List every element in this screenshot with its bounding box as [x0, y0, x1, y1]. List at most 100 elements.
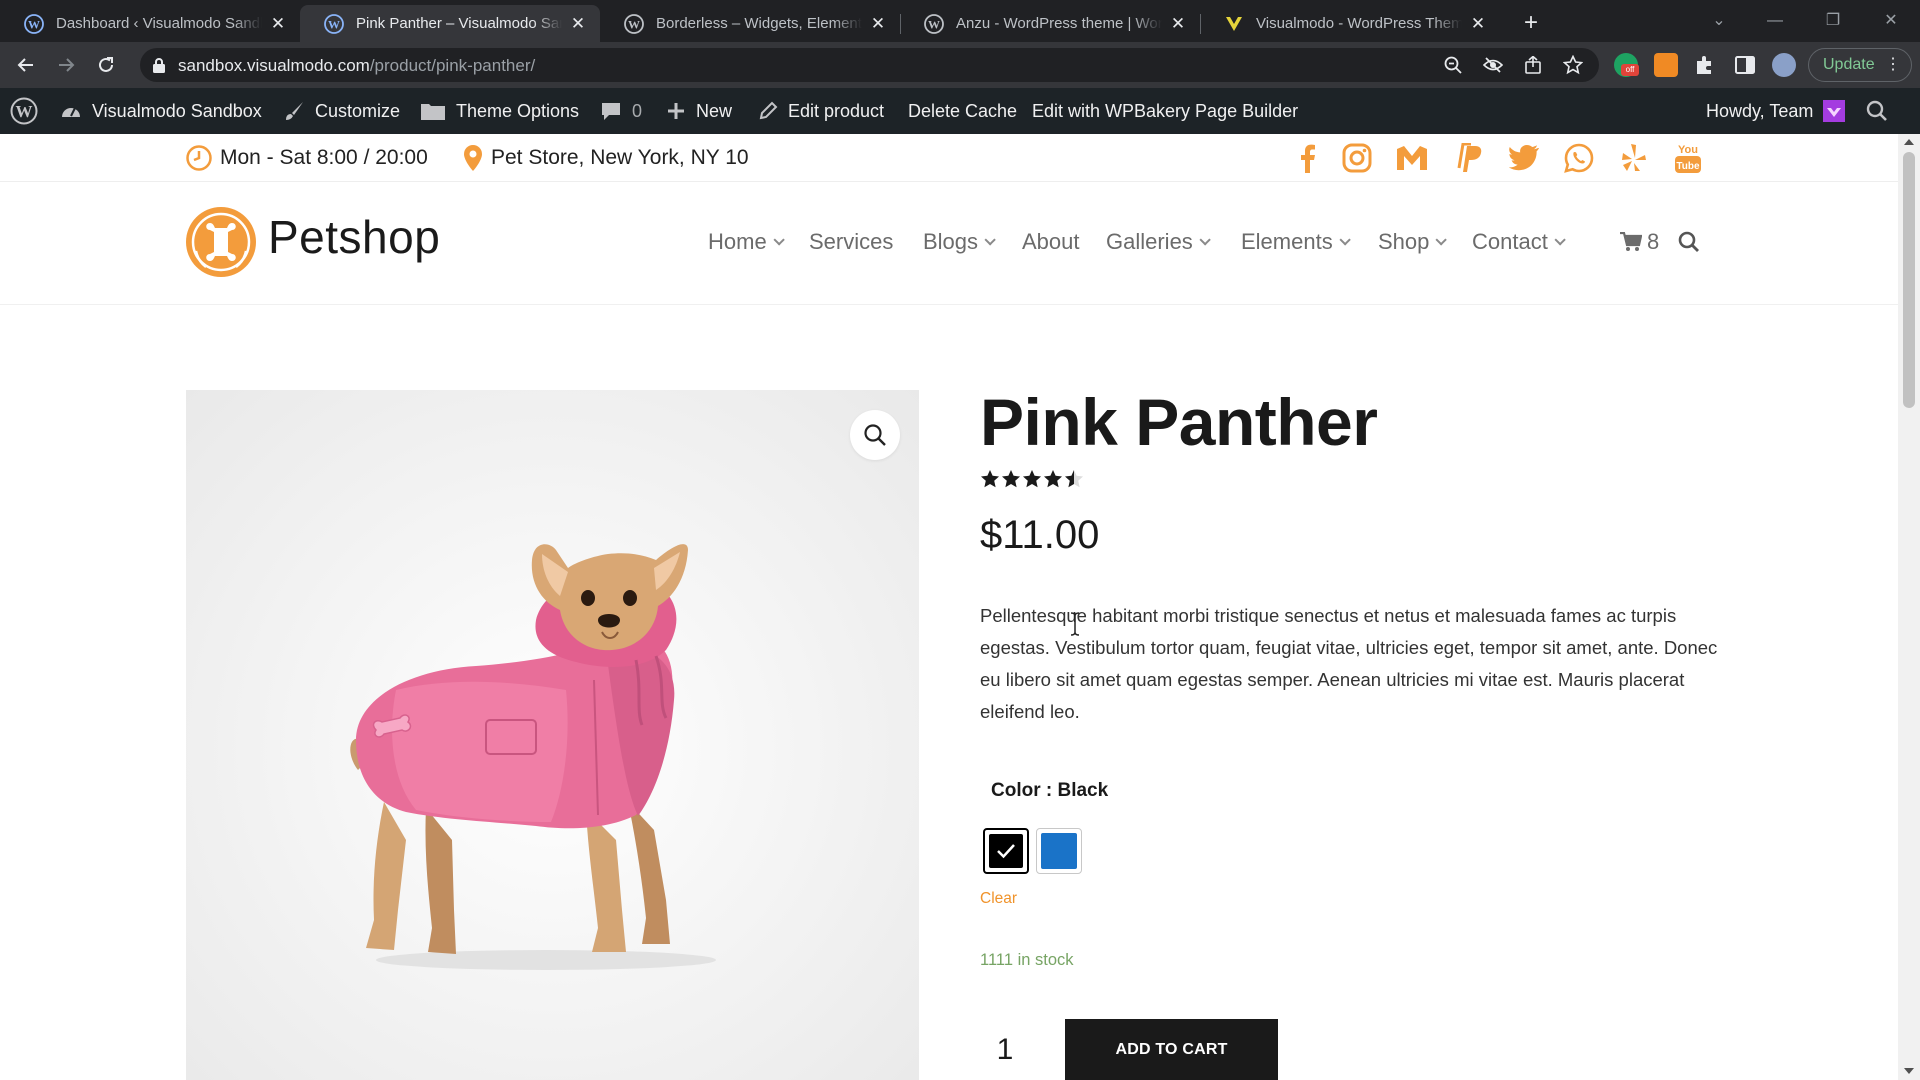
store-address: Pet Store, New York, NY 10 [463, 134, 749, 182]
admin-comments[interactable]: 0 [600, 88, 642, 134]
user-avatar [1823, 100, 1846, 122]
color-variation-label: Color : Black [991, 780, 1109, 801]
chevron-down-icon [1554, 234, 1566, 246]
swatch-blue[interactable] [1036, 828, 1082, 874]
gmail-icon[interactable] [1394, 140, 1430, 176]
close-icon[interactable]: ✕ [1468, 14, 1488, 34]
header-search-icon[interactable] [1678, 231, 1700, 253]
grammarly-extension-icon[interactable]: off [1614, 53, 1639, 77]
nav-item-galleries[interactable]: Galleries [1106, 229, 1211, 255]
nav-item-shop[interactable]: Shop [1378, 229, 1448, 255]
close-icon[interactable]: ✕ [568, 14, 588, 34]
browser-tab-anzu[interactable]: W Anzu - WordPress theme | WordPress ✕ [900, 5, 1200, 42]
paypal-icon[interactable] [1452, 140, 1488, 176]
star-icon [981, 470, 999, 488]
zoom-button[interactable] [850, 410, 900, 460]
wp-logo-menu[interactable]: W [10, 88, 38, 134]
admin-search-icon[interactable] [1866, 88, 1888, 134]
side-panel-icon[interactable] [1733, 53, 1757, 77]
youtube-icon[interactable]: You Tube [1670, 140, 1706, 176]
window-close-icon[interactable]: ✕ [1876, 6, 1906, 36]
twitter-icon[interactable] [1506, 140, 1542, 176]
map-pin-icon [464, 145, 482, 171]
scrollbar-thumb[interactable] [1903, 152, 1915, 408]
opening-hours: Mon - Sat 8:00 / 20:00 [186, 134, 428, 182]
site-name-label: Visualmodo Sandbox [92, 100, 262, 121]
page-scrollbar[interactable] [1898, 134, 1920, 1080]
comment-icon [602, 103, 620, 120]
instagram-icon[interactable] [1339, 140, 1375, 176]
extensions-puzzle-icon[interactable] [1693, 53, 1717, 77]
close-icon[interactable]: ✕ [868, 14, 888, 34]
new-label: New [696, 100, 733, 121]
nav-item-contact[interactable]: Contact [1472, 229, 1566, 255]
tracking-protection-icon[interactable] [1482, 55, 1504, 75]
admin-new[interactable]: New [666, 88, 732, 134]
nav-item-blogs[interactable]: Blogs [923, 229, 996, 255]
delete-cache-label: Delete Cache [908, 100, 1018, 121]
admin-theme-options[interactable]: Theme Options [420, 88, 579, 134]
tab-search-icon[interactable]: ⌄ [1704, 6, 1734, 36]
zoom-icon[interactable] [1442, 55, 1464, 75]
petshop-logo-icon[interactable] [184, 205, 258, 279]
browser-tab-dashboard[interactable]: W Dashboard ‹ Visualmodo Sandbox ✕ [0, 5, 300, 42]
admin-delete-cache[interactable]: Delete Cache [908, 88, 1017, 134]
address-text: Pet Store, New York, NY 10 [491, 146, 749, 169]
product-gallery[interactable] [186, 390, 919, 1080]
close-icon[interactable]: ✕ [268, 14, 288, 34]
customize-label: Customize [315, 100, 401, 121]
scroll-up-arrow-icon[interactable] [1904, 139, 1914, 145]
url-text: sandbox.visualmodo.com/product/pink-pant… [178, 56, 535, 76]
facebook-icon[interactable] [1290, 140, 1326, 176]
nav-item-elements[interactable]: Elements [1241, 229, 1351, 255]
scroll-down-arrow-icon[interactable] [1904, 1068, 1914, 1074]
close-icon[interactable]: ✕ [1168, 14, 1188, 34]
reload-icon[interactable] [90, 49, 122, 81]
extension-icon[interactable] [1654, 53, 1678, 77]
admin-site-name[interactable]: Visualmodo Sandbox [60, 88, 262, 134]
nav-item-home[interactable]: Home [708, 229, 785, 255]
header-cart[interactable]: 8 [1620, 229, 1659, 255]
site-logo-text[interactable]: Petshop [268, 210, 440, 264]
update-button[interactable]: Update ⋮ [1808, 48, 1912, 82]
nav-item-services[interactable]: Services [809, 229, 893, 255]
profile-avatar[interactable] [1772, 53, 1796, 77]
admin-edit-wpbakery[interactable]: Edit with WPBakery Page Builder [1032, 88, 1298, 134]
lock-icon[interactable] [152, 57, 166, 73]
browser-tab-visualmodo[interactable]: Visualmodo - WordPress Themes ✕ [1200, 5, 1500, 42]
new-tab-button[interactable]: + [1516, 8, 1546, 38]
admin-customize[interactable]: Customize [283, 88, 400, 134]
admin-edit-product[interactable]: Edit product [758, 88, 884, 134]
svg-text:W: W [328, 17, 340, 31]
back-icon[interactable] [10, 49, 42, 81]
plus-icon [668, 103, 684, 119]
browser-tab-pink-panther[interactable]: W Pink Panther – Visualmodo Sandbox ✕ [300, 5, 600, 42]
forward-icon[interactable] [50, 49, 82, 81]
star-icon [1002, 470, 1020, 488]
product-image [350, 544, 716, 970]
share-icon[interactable] [1522, 55, 1544, 75]
wordpress-icon: W [924, 13, 944, 34]
clear-variation-link[interactable]: Clear [980, 890, 1017, 908]
star-icon [1023, 470, 1041, 488]
browser-tab-borderless[interactable]: W Borderless – Widgets, Elements, Templa… [600, 5, 900, 42]
maximize-icon[interactable]: ❐ [1818, 6, 1848, 36]
hours-text: Mon - Sat 8:00 / 20:00 [220, 146, 428, 169]
svg-text:W: W [628, 17, 640, 31]
address-bar[interactable]: sandbox.visualmodo.com/product/pink-pant… [140, 48, 1599, 82]
whatsapp-icon[interactable] [1561, 140, 1597, 176]
bookmark-star-icon[interactable] [1562, 55, 1584, 75]
more-icon[interactable]: ⋮ [1885, 49, 1901, 81]
quantity-input[interactable]: 1 [980, 1019, 1030, 1080]
yelp-icon[interactable] [1616, 140, 1652, 176]
admin-account[interactable]: Howdy, Team [1706, 88, 1846, 134]
minimize-icon[interactable]: — [1760, 6, 1790, 36]
magnifier-icon [864, 424, 886, 446]
swatch-black[interactable] [983, 828, 1029, 874]
product-rating[interactable] [980, 469, 1085, 489]
wp-admin-bar: W Visualmodo Sandbox Customize Theme Opt… [0, 88, 1920, 134]
edit-product-label: Edit product [788, 100, 885, 121]
add-to-cart-button[interactable]: ADD TO CART [1065, 1019, 1278, 1080]
nav-item-about[interactable]: About [1022, 229, 1080, 255]
stock-status: 1111 in stock [980, 951, 1074, 969]
